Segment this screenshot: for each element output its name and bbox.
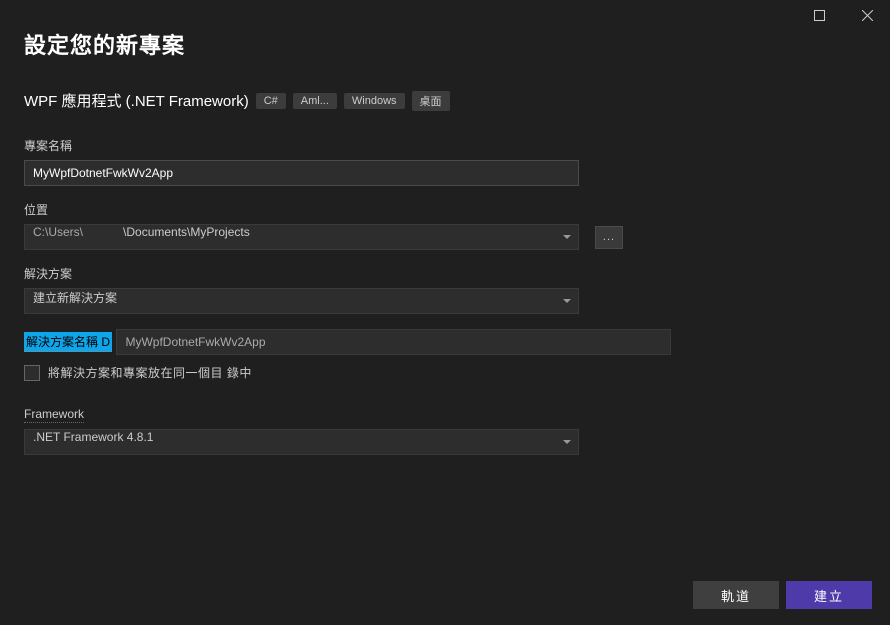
close-button[interactable] xyxy=(852,0,882,30)
location-select[interactable]: C:\Users\ \Documents\MyProjects xyxy=(24,224,579,250)
tag-language: C# xyxy=(256,93,286,109)
project-name-label: 專案名稱 xyxy=(24,137,866,154)
same-dir-checkbox[interactable] xyxy=(24,365,40,381)
framework-label: Framework xyxy=(24,407,84,423)
create-button[interactable]: 建立 xyxy=(786,581,872,609)
solution-label: 解決方案 xyxy=(24,265,866,282)
tag-aml: Aml... xyxy=(293,93,337,109)
tag-type: 桌面 xyxy=(412,91,450,111)
location-label: 位置 xyxy=(24,201,866,218)
back-button[interactable]: 軌道 xyxy=(693,581,779,609)
maximize-button[interactable] xyxy=(804,0,834,30)
same-dir-label: 將解決方案和專案放在同一個目 錄中 xyxy=(48,364,252,381)
browse-button[interactable]: ... xyxy=(595,226,623,249)
solution-name-input[interactable] xyxy=(116,329,671,355)
solution-select[interactable]: 建立新解決方案 xyxy=(24,288,579,314)
project-name-input[interactable] xyxy=(24,160,579,186)
project-type: WPF 應用程式 (.NET Framework) xyxy=(24,90,249,111)
page-title: 設定您的新專案 xyxy=(24,28,866,60)
framework-select[interactable]: .NET Framework 4.8.1 xyxy=(24,429,579,455)
location-prefix: C:\Users\ xyxy=(33,225,83,249)
tag-platform: Windows xyxy=(344,93,405,109)
location-path: \Documents\MyProjects xyxy=(123,225,250,249)
solution-name-label: 解決方案名稱 D xyxy=(24,332,112,352)
